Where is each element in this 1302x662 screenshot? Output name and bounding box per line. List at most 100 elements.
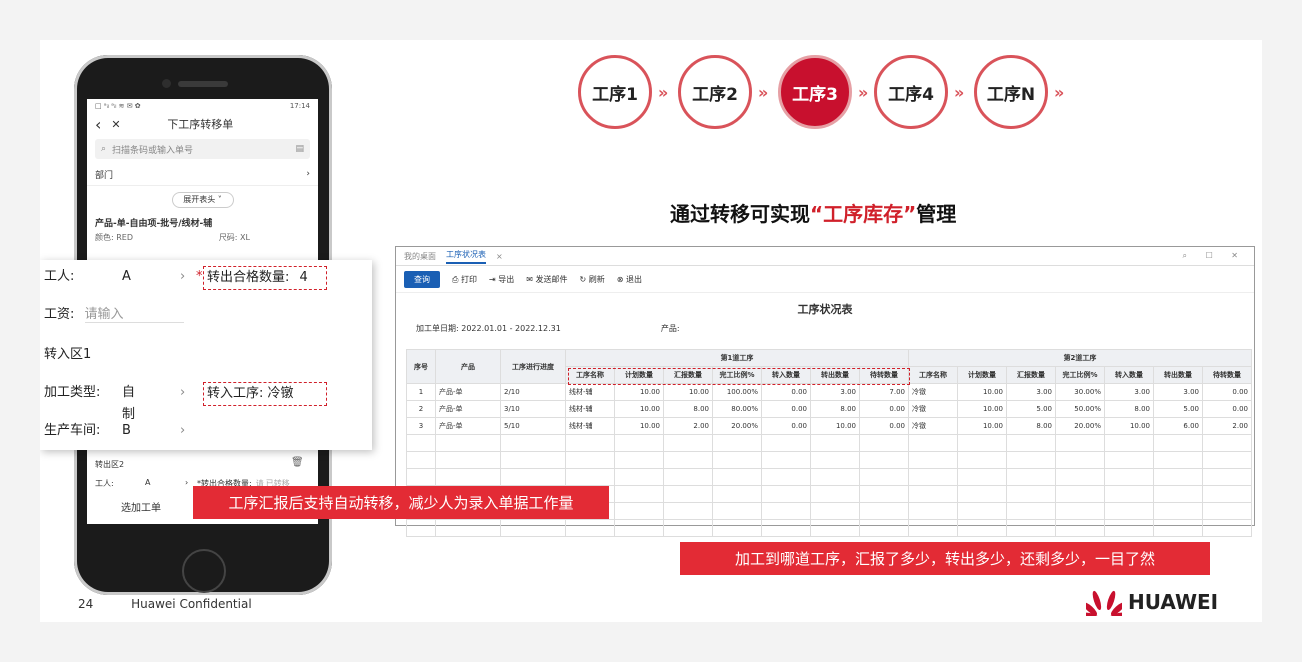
table-row[interactable]: 2 产品-单 3/10 线材-辅 10.00 8.00 80.00% 0.00 8.00 0.00… xyxy=(406,400,1252,418)
table-row[interactable]: 3 产品-单 5/10 线材-辅 10.00 2.00 20.00% 0.00 10.00 0.0… xyxy=(406,417,1252,435)
print-button[interactable]: ⎙ 打印 xyxy=(452,274,477,285)
workshop-row[interactable]: 生产车间: B › xyxy=(44,420,185,442)
table-cell: 线材-辅 xyxy=(565,400,615,418)
wage-label: 工资: xyxy=(44,307,75,322)
empty-cell xyxy=(1006,502,1056,520)
empty-cell xyxy=(406,451,436,469)
footer: 24 Huawei Confidential xyxy=(78,597,252,611)
table-cell: 冷镦 xyxy=(908,383,958,401)
export-label: 导出 xyxy=(498,274,515,284)
chevron-right-icon: » xyxy=(954,83,965,102)
window-controls-icon[interactable]: ⌕ ☐ ✕ xyxy=(1183,251,1246,261)
dept-row[interactable]: 部门 › xyxy=(87,163,318,186)
back-icon[interactable]: ‹ xyxy=(95,115,101,134)
table-cell: 5/10 xyxy=(500,417,566,435)
qual-qty-label: 转出合格数量: xyxy=(207,270,290,285)
sub-col-2-6: 转出数量 xyxy=(1153,366,1203,384)
empty-cell xyxy=(1202,434,1252,452)
table-cell: 80.00% xyxy=(712,400,762,418)
empty-cell xyxy=(1104,434,1154,452)
date-label: 加工单日期: xyxy=(416,324,459,333)
chevron-right-icon: › xyxy=(180,385,186,400)
empty-cell xyxy=(1104,519,1154,537)
empty-cell xyxy=(810,502,860,520)
query-button[interactable]: 查询 xyxy=(404,270,440,288)
table-cell: 2.00 xyxy=(663,417,713,435)
callout-overview: 加工到哪道工序，汇报了多少，转出多少，还剩多少，一目了然 xyxy=(680,542,1210,575)
scan-icon[interactable]: ▤ xyxy=(295,144,304,154)
empty-cell xyxy=(957,485,1007,503)
tab-report[interactable]: 工序状况表 xyxy=(446,249,486,264)
table-cell: 100.00% xyxy=(712,383,762,401)
table-row[interactable]: 1 产品-单 2/10 线材-辅 10.00 10.00 100.00% 0.00 3.00 7.… xyxy=(406,383,1252,401)
empty-cell xyxy=(1153,519,1203,537)
chevron-right-icon: › xyxy=(180,423,186,438)
table-cell: 0.00 xyxy=(859,400,909,418)
wage-input[interactable]: 请输入 xyxy=(84,307,184,323)
empty-row xyxy=(406,468,1252,486)
empty-cell xyxy=(406,434,436,452)
exit-button[interactable]: ⊗ 退出 xyxy=(617,274,642,285)
empty-cell xyxy=(1104,502,1154,520)
headline-highlight: “工序库存” xyxy=(810,202,917,226)
empty-cell xyxy=(761,451,811,469)
export-button[interactable]: ⇥ 导出 xyxy=(489,274,514,285)
mail-button[interactable]: ✉ 发送邮件 xyxy=(526,274,567,285)
worker-value[interactable]: A xyxy=(145,478,185,489)
empty-cell xyxy=(614,434,664,452)
headline: 通过转移可实现“工序库存”管理 xyxy=(670,198,956,227)
empty-cell xyxy=(712,468,762,486)
table-cell: 8.00 xyxy=(1006,417,1056,435)
slide: □ ᵃᵢₗ ᵃᵢₗ ≋ ✉ ✿ 17:14 ‹ ✕ 下工序转移单 ⌕ 扫描条码或… xyxy=(40,40,1262,622)
table-cell: 冷镦 xyxy=(908,417,958,435)
table-cell: 8.00 xyxy=(1104,400,1154,418)
empty-cell xyxy=(663,468,713,486)
table-cell: 3 xyxy=(406,417,436,435)
close-icon[interactable]: ✕ xyxy=(111,118,120,131)
confidential-label: Huawei Confidential xyxy=(131,597,252,611)
table-cell: 0.00 xyxy=(761,400,811,418)
step-n: 工序N xyxy=(974,55,1048,129)
into-process-field[interactable]: 转入工序: 冷镦 xyxy=(203,382,327,406)
qual-qty-field[interactable]: 转出合格数量: 4 xyxy=(203,266,327,290)
expand-header-button[interactable]: 展开表头 ˅ xyxy=(171,192,234,208)
empty-cell xyxy=(1104,485,1154,503)
empty-cell xyxy=(859,502,909,520)
search-placeholder: 扫描条码或输入单号 xyxy=(112,145,194,156)
page-number: 24 xyxy=(78,597,94,611)
table-cell: 1 xyxy=(406,383,436,401)
refresh-icon: ↻ xyxy=(579,274,587,284)
trash-icon[interactable]: 🗑 xyxy=(291,457,304,468)
qual-qty-value: 4 xyxy=(299,270,308,285)
tab-home[interactable]: 我的桌面 xyxy=(404,251,436,262)
home-button[interactable] xyxy=(182,549,226,593)
refresh-button[interactable]: ↻ 刷新 xyxy=(579,274,604,285)
empty-cell xyxy=(1202,519,1252,537)
empty-cell xyxy=(1104,451,1154,469)
date-value: 2022.01.01 - 2022.12.31 xyxy=(461,324,561,333)
close-tab-icon[interactable]: × xyxy=(496,252,503,261)
empty-row xyxy=(406,434,1252,452)
empty-cell xyxy=(1055,519,1105,537)
empty-cell xyxy=(663,434,713,452)
sub-col-2-2: 计划数量 xyxy=(957,366,1007,384)
table-cell: 30.00% xyxy=(1055,383,1105,401)
empty-cell xyxy=(565,519,615,537)
table-cell: 8.00 xyxy=(810,400,860,418)
empty-cell xyxy=(908,519,958,537)
empty-cell xyxy=(712,519,762,537)
wage-row[interactable]: 工资: 请输入 xyxy=(44,304,184,326)
table-cell: 10.00 xyxy=(663,383,713,401)
print-icon: ⎙ xyxy=(452,274,459,284)
add-order-button[interactable]: 选加工单 xyxy=(121,499,161,514)
table-cell: 10.00 xyxy=(810,417,860,435)
table-cell: 3.00 xyxy=(1104,383,1154,401)
report-window: 我的桌面 工序状况表 × ⌕ ☐ ✕ 查询 ⎙ 打印 ⇥ 导出 ✉ 发送邮件 ↻… xyxy=(395,246,1255,537)
search-input[interactable]: ⌕ 扫描条码或输入单号 ▤ xyxy=(95,139,310,159)
type-row[interactable]: 加工类型: 自制 › xyxy=(44,382,185,422)
worker-row[interactable]: 工人: A › xyxy=(44,266,185,288)
empty-cell xyxy=(406,519,436,537)
required-mark: * xyxy=(196,269,203,284)
empty-cell xyxy=(810,451,860,469)
empty-cell xyxy=(663,485,713,503)
